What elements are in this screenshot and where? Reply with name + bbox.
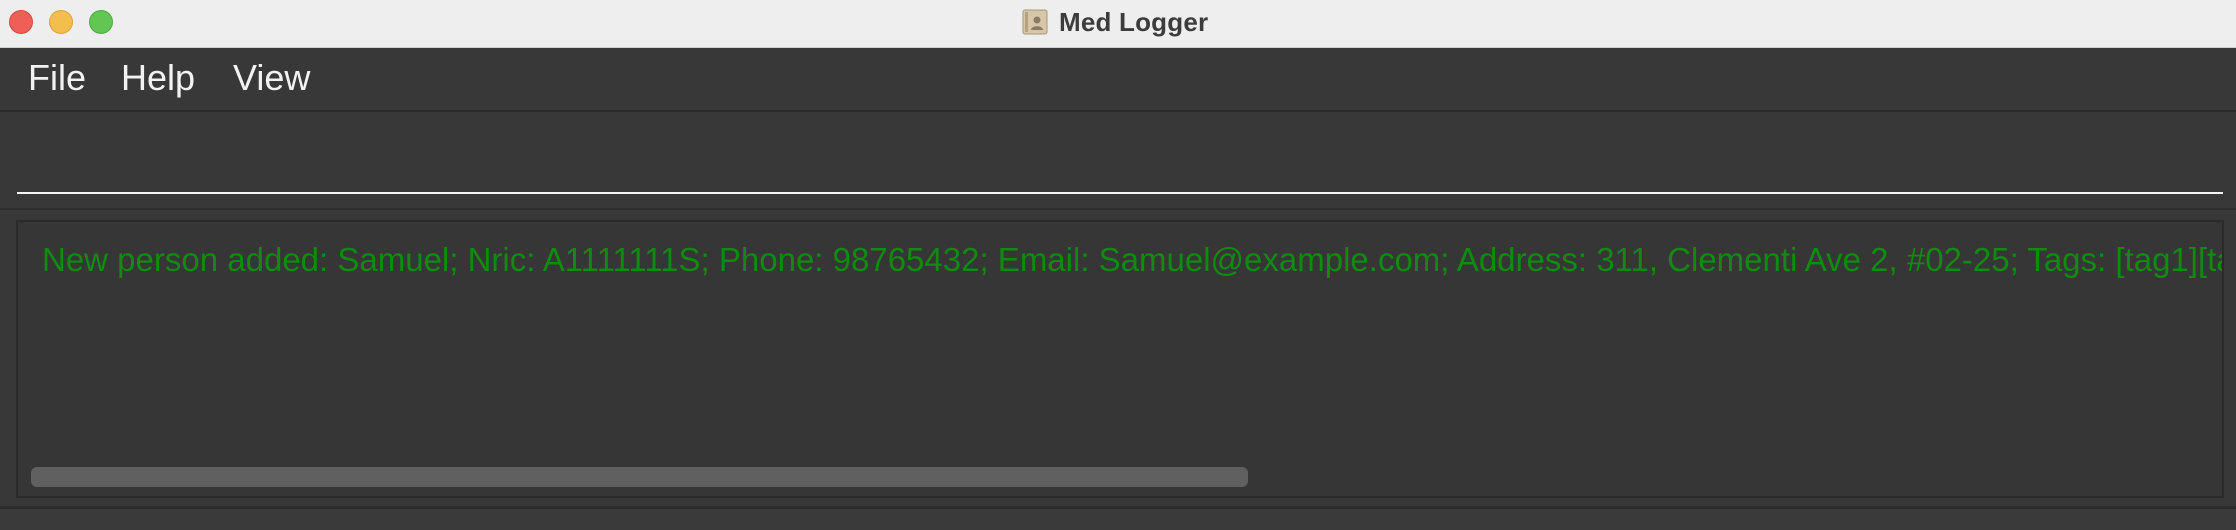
window-titlebar: Med Logger bbox=[0, 0, 2236, 48]
window-title-group: Med Logger bbox=[1021, 5, 1208, 39]
menu-file[interactable]: File bbox=[28, 58, 86, 98]
maximize-window-button[interactable] bbox=[89, 10, 113, 34]
bottom-panel-edge bbox=[0, 509, 2236, 530]
command-input[interactable] bbox=[17, 112, 2223, 194]
section-divider bbox=[0, 208, 2236, 210]
menu-view[interactable]: View bbox=[233, 58, 310, 98]
address-book-icon bbox=[1021, 8, 1049, 36]
result-display: New person added: Samuel; Nric: A1111111… bbox=[16, 220, 2224, 498]
result-message: New person added: Samuel; Nric: A1111111… bbox=[42, 241, 2224, 278]
menu-help[interactable]: Help bbox=[121, 58, 195, 98]
window-title: Med Logger bbox=[1059, 6, 1209, 37]
menu-bar: File Help View bbox=[0, 48, 2236, 112]
command-box bbox=[0, 112, 2236, 200]
minimize-window-button[interactable] bbox=[49, 10, 73, 34]
close-window-button[interactable] bbox=[9, 10, 33, 34]
horizontal-scrollbar-thumb[interactable] bbox=[31, 467, 1248, 487]
